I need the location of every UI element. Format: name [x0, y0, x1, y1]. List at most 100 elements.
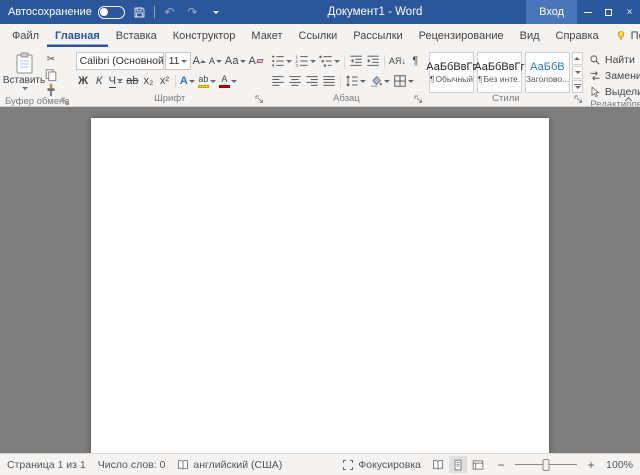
- bullets-button[interactable]: [270, 52, 293, 70]
- tab-layout[interactable]: Макет: [243, 24, 290, 47]
- find-label: Найти: [605, 54, 635, 66]
- tab-home[interactable]: Главная: [47, 24, 108, 47]
- find-button[interactable]: Найти: [589, 53, 640, 67]
- tab-references[interactable]: Ссылки: [291, 24, 346, 47]
- view-shortcuts: [429, 456, 487, 473]
- signin-button[interactable]: Вход: [526, 0, 577, 24]
- customize-quick-access-icon[interactable]: [207, 3, 224, 21]
- copy-button[interactable]: [43, 68, 59, 81]
- font-dialog-launcher[interactable]: [255, 95, 264, 104]
- focus-label: Фокусировка: [358, 459, 421, 471]
- style-normal[interactable]: АаБбВвГг ¶Обычный: [429, 52, 474, 93]
- language-indicator[interactable]: английский (США): [177, 459, 282, 471]
- strikethrough-button[interactable]: ab: [125, 72, 140, 90]
- styles-dialog-launcher[interactable]: [574, 95, 583, 104]
- tab-mailings[interactable]: Рассылки: [345, 24, 410, 47]
- replace-button[interactable]: Заменить: [589, 69, 640, 83]
- decrease-indent-button[interactable]: [348, 52, 364, 70]
- chevron-down-icon: [384, 80, 390, 83]
- collapse-ribbon-button[interactable]: [623, 94, 633, 103]
- clear-formatting-button[interactable]: А: [248, 52, 264, 70]
- tab-view[interactable]: Вид: [512, 24, 548, 47]
- minimize-button[interactable]: [577, 0, 598, 24]
- font-size-select[interactable]: 11: [165, 52, 191, 70]
- search-icon: [589, 54, 601, 66]
- tab-design[interactable]: Конструктор: [165, 24, 244, 47]
- web-layout-button[interactable]: [469, 456, 487, 473]
- align-right-button[interactable]: [304, 72, 320, 90]
- tab-help[interactable]: Справка: [548, 24, 607, 47]
- close-button[interactable]: ×: [619, 0, 640, 24]
- font-color-button[interactable]: А: [218, 72, 238, 90]
- format-painter-button[interactable]: [43, 83, 59, 96]
- sort-button[interactable]: АЯ↓: [388, 52, 407, 70]
- style-heading1[interactable]: АаБбВ Заголово...: [525, 52, 570, 93]
- print-layout-button[interactable]: [449, 456, 467, 473]
- zoom-in-button[interactable]: +: [585, 458, 597, 472]
- align-center-button[interactable]: [287, 72, 303, 90]
- web-layout-icon: [472, 459, 484, 471]
- change-case-button[interactable]: Аа: [224, 52, 247, 70]
- shading-button[interactable]: [368, 72, 391, 90]
- justify-button[interactable]: [321, 72, 337, 90]
- multilevel-list-button[interactable]: [318, 52, 341, 70]
- zoom-out-button[interactable]: −: [495, 458, 507, 472]
- show-paragraph-marks-button[interactable]: ¶: [408, 52, 423, 70]
- highlight-color-button[interactable]: ab: [197, 72, 217, 90]
- chevron-down-icon: [408, 80, 414, 83]
- maximize-button[interactable]: [598, 0, 619, 24]
- borders-button[interactable]: [392, 72, 415, 90]
- line-spacing-button[interactable]: [344, 72, 367, 90]
- replace-icon: [589, 70, 601, 82]
- borders-icon: [393, 74, 407, 88]
- read-mode-button[interactable]: [429, 456, 447, 473]
- tab-file[interactable]: Файл: [4, 24, 47, 47]
- styles-more-button[interactable]: [572, 80, 583, 93]
- clipboard-dialog-launcher[interactable]: [61, 97, 70, 106]
- triangle-down-icon: [575, 86, 581, 89]
- tab-insert[interactable]: Вставка: [108, 24, 165, 47]
- chevron-down-icon: [231, 80, 237, 83]
- bold-button[interactable]: Ж: [76, 72, 91, 90]
- styles-scroll-down-button[interactable]: [572, 66, 583, 79]
- autosave-toggle[interactable]: [98, 6, 125, 19]
- zoom-slider[interactable]: [515, 458, 577, 472]
- style-no-spacing[interactable]: АаБбВвГг ¶Без инте...: [477, 52, 522, 93]
- save-icon[interactable]: [131, 3, 148, 21]
- font-family-select[interactable]: Calibri (Основной: [76, 52, 164, 70]
- document-page[interactable]: [91, 118, 549, 453]
- text-effects-button[interactable]: А: [179, 72, 196, 90]
- increase-indent-button[interactable]: [365, 52, 381, 70]
- paste-button[interactable]: Вставить: [5, 49, 43, 96]
- align-left-button[interactable]: [270, 72, 286, 90]
- font-size-value: 11: [169, 55, 180, 67]
- align-center-icon: [288, 74, 302, 88]
- numbering-button[interactable]: [294, 52, 317, 70]
- toggle-knob-icon: [100, 8, 108, 16]
- paragraph-dialog-launcher[interactable]: [414, 95, 423, 104]
- cursor-arrow-icon: [589, 86, 601, 98]
- chevron-down-icon: [240, 60, 246, 63]
- subscript-button[interactable]: x₂: [141, 72, 156, 90]
- zoom-knob[interactable]: [543, 459, 550, 471]
- redo-icon[interactable]: ↷: [184, 3, 201, 21]
- italic-button[interactable]: К: [92, 72, 107, 90]
- cut-button[interactable]: ✂: [43, 53, 59, 66]
- page-indicator[interactable]: Страница 1 из 1: [7, 459, 86, 471]
- undo-icon[interactable]: ↶: [161, 3, 178, 21]
- grow-font-button[interactable]: А: [192, 52, 207, 70]
- superscript-button[interactable]: x²: [157, 72, 172, 90]
- focus-mode-button[interactable]: Фокусировка: [342, 459, 421, 471]
- tab-review[interactable]: Рецензирование: [411, 24, 512, 47]
- focus-icon: [342, 459, 354, 471]
- chevron-down-icon: [189, 80, 195, 83]
- underline-button[interactable]: Ч: [108, 72, 124, 90]
- word-count[interactable]: Число слов: 0: [98, 459, 166, 471]
- titlebar-controls: Вход ×: [526, 0, 640, 24]
- styles-scroll-up-button[interactable]: [572, 52, 583, 65]
- shrink-font-button[interactable]: А: [208, 52, 223, 70]
- pilcrow-icon: ¶: [478, 74, 483, 84]
- zoom-level[interactable]: 100%: [605, 459, 633, 471]
- dialog-launcher-icon: [61, 97, 70, 106]
- tell-me-button[interactable]: Помощь: [607, 24, 640, 47]
